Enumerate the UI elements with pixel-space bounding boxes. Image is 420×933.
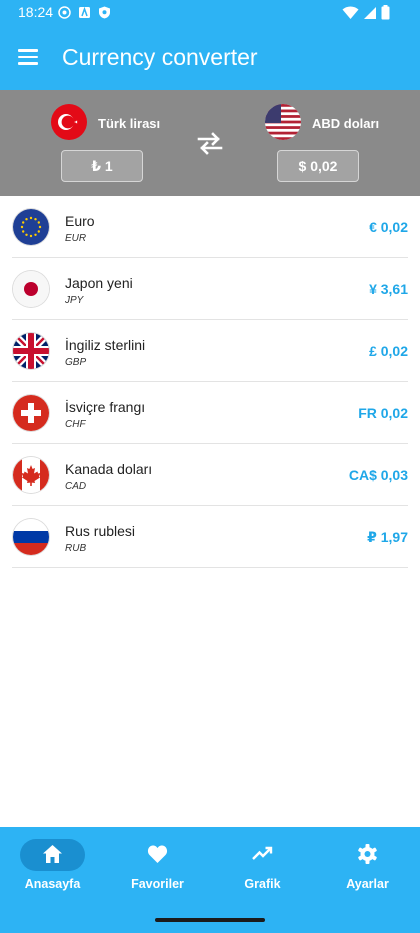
currency-name: Rus rublesi (65, 523, 136, 539)
currency-code: RUB (65, 543, 87, 554)
currency-amount: ₽ 1,97 (367, 529, 408, 545)
turkey-flag-icon[interactable] (51, 104, 87, 140)
to-currency-name[interactable]: ABD doları (312, 116, 379, 131)
currency-code: CHF (65, 419, 86, 430)
nav-favorites[interactable]: Favoriler (105, 827, 210, 907)
to-amount-output[interactable]: $ 0,02 (277, 150, 359, 182)
list-item[interactable]: Euro EUR € 0,02 (12, 196, 408, 258)
currency-code: GBP (65, 357, 87, 368)
status-notification-icons (58, 6, 111, 19)
currency-amount: FR 0,02 (358, 405, 408, 421)
signal-icon (364, 6, 376, 19)
currency-name: Euro (65, 213, 95, 229)
currency-code: CAD (65, 481, 87, 492)
nav-home[interactable]: Anasayfa (0, 827, 105, 907)
shield-icon (98, 6, 111, 19)
switzerland-flag-icon (13, 395, 49, 431)
home-icon (43, 845, 62, 863)
currency-name: İsviçre frangı (65, 399, 146, 415)
status-system-icons (342, 5, 390, 20)
swap-icon[interactable] (196, 130, 224, 156)
canada-flag-icon (13, 457, 49, 493)
currency-amount: £ 0,02 (369, 343, 408, 359)
nav-label: Favoriler (131, 877, 184, 891)
from-currency-name[interactable]: Türk lirası (98, 116, 160, 131)
app-bar: Currency converter (0, 26, 420, 90)
from-amount-input[interactable]: ₺ 1 (61, 150, 143, 182)
list-item[interactable]: Kanada doları CAD CA$ 0,03 (12, 444, 408, 506)
wifi-icon (342, 6, 359, 19)
eu-flag-icon (13, 209, 49, 245)
currency-name: Japon yeni (65, 275, 133, 291)
heart-icon (147, 845, 168, 863)
converter-panel: Türk lirası ₺ 1 ABD doları $ 0,02 (0, 90, 420, 196)
list-item[interactable]: İsviçre frangı CHF FR 0,02 (12, 382, 408, 444)
currency-name: İngiliz sterlini (65, 337, 146, 353)
nav-label: Ayarlar (346, 877, 389, 891)
gear-icon (358, 844, 377, 864)
nav-settings[interactable]: Ayarlar (315, 827, 420, 907)
gesture-bar[interactable] (155, 918, 265, 922)
trending-up-icon (252, 846, 273, 860)
battery-icon (381, 5, 390, 20)
currency-code: JPY (65, 295, 84, 306)
currency-code: EUR (65, 233, 87, 244)
list-item[interactable]: Rus rublesi RUB ₽ 1,97 (12, 506, 408, 568)
page-title: Currency converter (62, 44, 258, 70)
status-bar: 18:24 (0, 0, 420, 26)
currency-name: Kanada doları (65, 461, 153, 477)
nav-label: Grafik (244, 877, 281, 891)
status-time: 18:24 (18, 4, 54, 20)
menu-icon[interactable] (16, 46, 40, 70)
app-notification-icon (78, 6, 91, 19)
nav-label: Anasayfa (24, 877, 81, 891)
currency-list: Euro EUR € 0,02 Japon yeni JPY ¥ 3,61 İn… (0, 196, 420, 568)
currency-amount: CA$ 0,03 (348, 467, 408, 483)
uk-flag-icon (13, 333, 49, 369)
currency-amount: € 0,02 (369, 219, 408, 235)
usa-flag-icon[interactable] (265, 104, 301, 140)
japan-flag-icon (13, 271, 49, 307)
russia-flag-icon (13, 519, 49, 555)
list-item[interactable]: Japon yeni JPY ¥ 3,61 (12, 258, 408, 320)
list-item[interactable]: İngiliz sterlini GBP £ 0,02 (12, 320, 408, 382)
sync-icon (58, 6, 71, 19)
currency-amount: ¥ 3,61 (369, 281, 408, 297)
nav-chart[interactable]: Grafik (210, 827, 315, 907)
